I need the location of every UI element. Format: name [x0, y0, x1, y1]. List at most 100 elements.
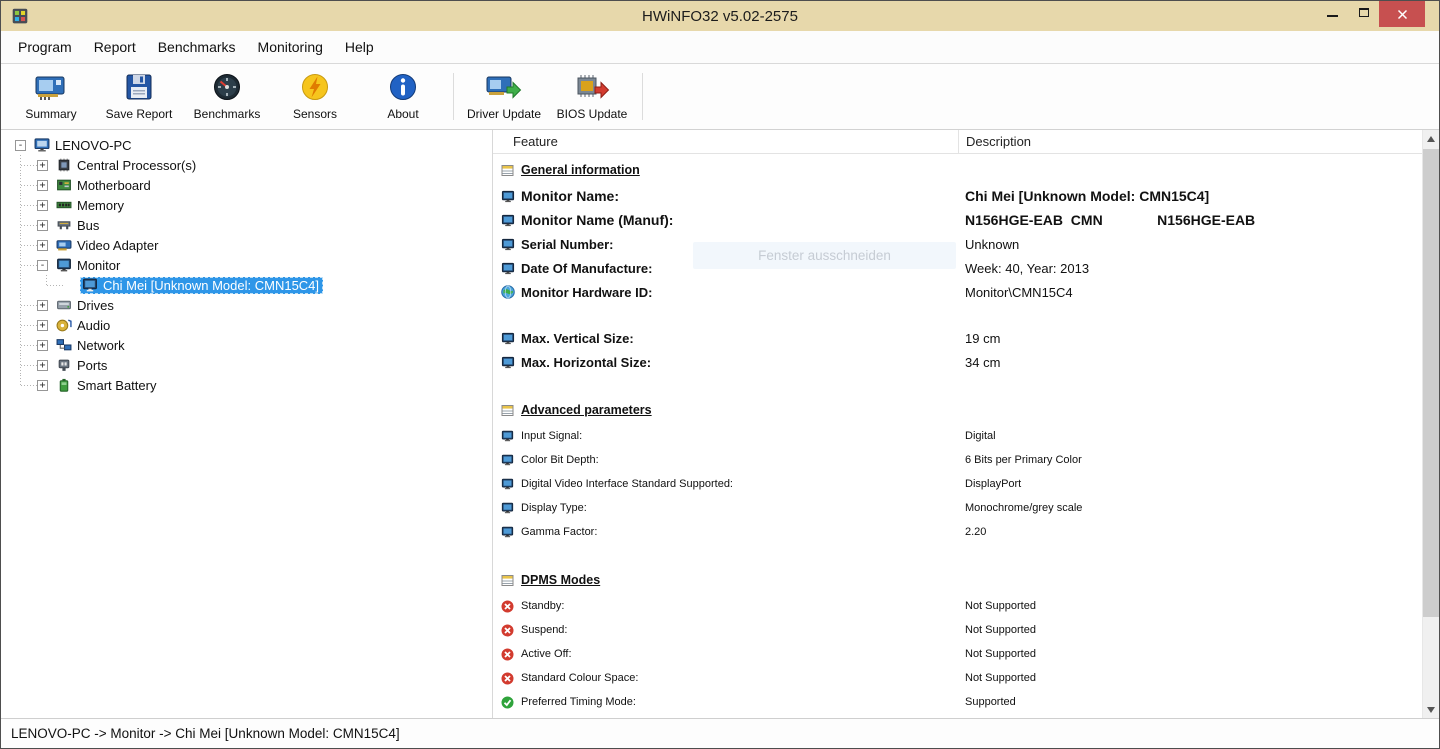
benchmarks-button[interactable]: Benchmarks — [183, 64, 271, 129]
save-report-button[interactable]: Save Report — [95, 64, 183, 129]
expand-expander-icon[interactable]: + — [37, 239, 48, 251]
tree-item-label: Monitor — [77, 257, 121, 273]
detail-row-color-bit-depth: Color Bit Depth: 6 Bits per Primary Colo… — [493, 448, 1439, 472]
scroll-up-button[interactable] — [1423, 130, 1439, 147]
app-window: HWiNFO32 v5.02-2575 Program Report Bench… — [0, 0, 1440, 749]
minimize-button[interactable] — [1317, 1, 1348, 24]
feature-label: Serial Number: — [521, 236, 614, 252]
description-value: Monitor\CMN15C4 — [965, 284, 1073, 300]
tree-item-memory[interactable]: + Memory — [1, 195, 492, 215]
feature-label: Monitor Name: — [521, 188, 619, 204]
description-value: Supported — [965, 696, 1016, 708]
expand-expander-icon[interactable]: + — [37, 179, 48, 191]
vertical-scrollbar[interactable] — [1422, 130, 1439, 718]
close-button[interactable] — [1379, 1, 1425, 27]
details-rows: General information Monitor Name: Chi Me… — [493, 154, 1439, 714]
expand-expander-icon[interactable]: + — [37, 159, 48, 171]
menu-program[interactable]: Program — [7, 34, 83, 60]
ports-icon — [56, 358, 72, 372]
monitor-icon — [501, 331, 515, 345]
scrollbar-thumb[interactable] — [1423, 149, 1439, 617]
maximize-button[interactable] — [1348, 1, 1379, 24]
tree-item-label: Memory — [77, 197, 124, 213]
expand-expander-icon[interactable]: + — [37, 359, 48, 371]
monitor-icon — [501, 477, 515, 491]
description-value: Week: 40, Year: 2013 — [965, 260, 1090, 276]
maximize-icon — [1358, 8, 1369, 17]
section-title: Advanced parameters — [521, 403, 652, 417]
bios-update-button[interactable]: BIOS Update — [548, 64, 636, 129]
description-value: Not Supported — [965, 648, 1036, 660]
tree-item-ports[interactable]: + Ports — [1, 355, 492, 375]
globe-icon — [501, 285, 515, 299]
detail-row-serial-number: Serial Number: Unknown — [493, 232, 1439, 256]
collapse-expander-icon[interactable]: - — [37, 259, 48, 271]
tree-item-motherboard[interactable]: + Motherboard — [1, 175, 492, 195]
benchmarks-icon — [212, 70, 242, 104]
detail-row-monitor-name: Monitor Name: Chi Mei [Unknown Model: CM… — [493, 184, 1439, 208]
detail-row-input-signal: Input Signal: Digital — [493, 424, 1439, 448]
section-advanced-parameters: Advanced parameters — [493, 396, 1439, 424]
status-bar: LENOVO-PC -> Monitor -> Chi Mei [Unknown… — [1, 718, 1439, 748]
menu-report[interactable]: Report — [83, 34, 147, 60]
tree-item-bus[interactable]: + Bus — [1, 215, 492, 235]
toolbar-label: Benchmarks — [193, 107, 261, 121]
tree-item-network[interactable]: + Network — [1, 335, 492, 355]
monitor-icon — [501, 355, 515, 369]
minimize-icon — [1327, 14, 1338, 17]
not-supported-icon — [501, 599, 515, 613]
expand-expander-icon[interactable]: + — [37, 339, 48, 351]
tree-item-central-processors[interactable]: + Central Processor(s) — [1, 155, 492, 175]
expand-expander-icon[interactable]: + — [37, 219, 48, 231]
driver-update-icon — [486, 70, 522, 104]
scroll-down-button[interactable] — [1423, 701, 1439, 718]
window-title: HWiNFO32 v5.02-2575 — [642, 7, 798, 25]
description-value: Not Supported — [965, 624, 1036, 636]
main-area: - LENOVO-PC + Central Processor(s) + Mot… — [1, 130, 1439, 718]
driver-update-button[interactable]: Driver Update — [460, 64, 548, 129]
feature-label: Gamma Factor: — [521, 526, 598, 538]
supported-icon — [501, 695, 515, 709]
memory-icon — [56, 198, 72, 212]
tree-item-label: LENOVO-PC — [55, 137, 132, 153]
expand-expander-icon[interactable]: + — [37, 199, 48, 211]
description-value: 34 cm — [965, 354, 1001, 370]
expand-expander-icon[interactable]: + — [37, 379, 48, 391]
tree-item-smart-battery[interactable]: + Smart Battery — [1, 375, 492, 395]
menu-help[interactable]: Help — [334, 34, 385, 60]
tree-item-drives[interactable]: + Drives — [1, 295, 492, 315]
hwinfo-logo-icon — [11, 7, 29, 25]
title-bar: HWiNFO32 v5.02-2575 — [1, 1, 1439, 31]
detail-row-gamma-factor: Gamma Factor: 2.20 — [493, 520, 1439, 544]
monitor-icon — [501, 501, 515, 515]
toolbar-label: Summary — [25, 107, 77, 121]
section-general-information: General information — [493, 156, 1439, 184]
feature-label: Suspend: — [521, 624, 568, 636]
tree-item-label: Ports — [77, 357, 108, 373]
collapse-expander-icon[interactable]: - — [15, 139, 26, 151]
tree-item-lenovo-pc[interactable]: - LENOVO-PC — [1, 135, 492, 155]
not-supported-icon — [501, 623, 515, 637]
summary-icon — [34, 70, 68, 104]
tree-item-chi-mei-monitor[interactable]: Chi Mei [Unknown Model: CMN15C4] — [1, 275, 492, 295]
tree-item-monitor[interactable]: - Monitor — [1, 255, 492, 275]
about-button[interactable]: About — [359, 64, 447, 129]
sensors-button[interactable]: Sensors — [271, 64, 359, 129]
spacer-row — [493, 374, 1439, 396]
column-header-feature[interactable]: Feature — [493, 134, 958, 149]
motherboard-icon — [56, 178, 72, 192]
detail-row-standby: Standby: Not Supported — [493, 594, 1439, 618]
tree-item-label: Audio — [77, 317, 111, 333]
expand-expander-icon[interactable]: + — [37, 299, 48, 311]
menu-monitoring[interactable]: Monitoring — [247, 34, 334, 60]
menu-benchmarks[interactable]: Benchmarks — [147, 34, 247, 60]
description-value: Monochrome/grey scale — [965, 502, 1083, 514]
tree-item-video-adapter[interactable]: + Video Adapter — [1, 235, 492, 255]
column-header-description[interactable]: Description — [958, 130, 1439, 153]
section-icon — [501, 403, 515, 417]
expand-expander-icon[interactable]: + — [37, 319, 48, 331]
monitor-icon — [501, 237, 515, 251]
summary-button[interactable]: Summary — [7, 64, 95, 129]
tree-item-label: Motherboard — [77, 177, 151, 193]
tree-item-audio[interactable]: + Audio — [1, 315, 492, 335]
